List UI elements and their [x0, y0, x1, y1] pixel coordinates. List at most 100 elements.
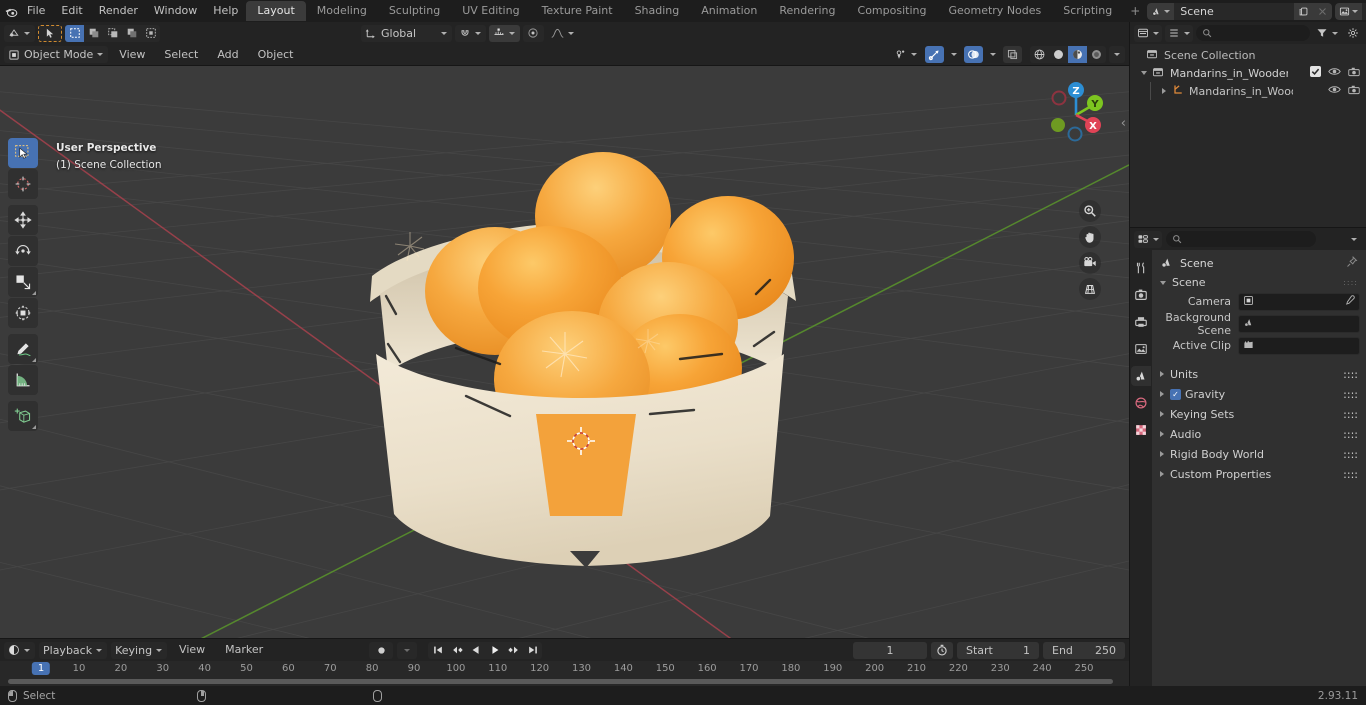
outliner-filter-button[interactable] [1313, 25, 1341, 42]
menu-window[interactable]: Window [146, 2, 205, 20]
workspace-tab-compositing[interactable]: Compositing [847, 1, 938, 21]
rotate-tool[interactable] [8, 236, 38, 266]
shading-material-preview-icon[interactable] [1068, 46, 1087, 63]
keying-options-dropdown[interactable] [397, 641, 418, 659]
timeline-scrubber[interactable]: 10 20 30 40 50 60 70 80 90 100 110 120 130 140 150 160 1… [0, 661, 1129, 686]
menu-file[interactable]: File [19, 2, 53, 20]
new-scene-button[interactable] [1294, 2, 1314, 20]
hide-in-viewport-eye-icon[interactable] [1328, 66, 1341, 80]
scale-tool[interactable] [8, 267, 38, 297]
outliner-row-scene-collection[interactable]: Scene Collection [1130, 46, 1366, 64]
view-layer-selector[interactable]: View Layer [1335, 2, 1366, 20]
prev-keyframe-button[interactable] [447, 642, 466, 659]
viewport-menu-select[interactable]: Select [156, 46, 206, 64]
workspace-tab-uv-editing[interactable]: UV Editing [451, 1, 530, 21]
proportional-falloff-selector[interactable] [547, 25, 579, 42]
expand-icon[interactable] [1160, 431, 1164, 437]
shading-options-dropdown[interactable] [1109, 46, 1125, 63]
properties-search-input[interactable] [1166, 231, 1316, 247]
overlays-options-dropdown[interactable] [986, 46, 1000, 63]
transform-orientation-selector[interactable]: Global [361, 24, 452, 42]
tweak-tool-selector[interactable] [38, 24, 62, 42]
annotate-tool[interactable] [8, 334, 38, 364]
disclosure-down-icon[interactable] [1138, 71, 1150, 75]
measure-tool[interactable] [8, 365, 38, 395]
background-scene-field[interactable] [1238, 314, 1360, 333]
play-button[interactable] [485, 642, 504, 659]
menu-edit[interactable]: Edit [53, 2, 90, 20]
menu-render[interactable]: Render [91, 2, 146, 20]
object-type-visibility-button[interactable] [890, 46, 922, 63]
viewport-menu-view[interactable]: View [111, 46, 153, 64]
viewport-menu-object[interactable]: Object [250, 46, 302, 64]
expand-icon[interactable] [1160, 391, 1164, 397]
view-layer-icon[interactable] [1335, 2, 1363, 20]
shading-rendered-icon[interactable] [1087, 46, 1106, 63]
expand-icon[interactable] [1160, 371, 1164, 377]
workspace-tab-animation[interactable]: Animation [690, 1, 768, 21]
next-keyframe-button[interactable] [504, 642, 523, 659]
snap-settings[interactable] [489, 24, 520, 42]
toggle-perspective-icon[interactable] [1079, 278, 1101, 300]
section-rigid-body-world[interactable]: Rigid Body World :::: [1152, 444, 1366, 464]
tweak-select-box-tool[interactable] [8, 138, 38, 168]
section-gravity[interactable]: ✓ Gravity :::: [1152, 384, 1366, 404]
viewport-menu-add[interactable]: Add [209, 46, 246, 64]
select-mode-group[interactable] [65, 24, 160, 42]
zoom-icon[interactable] [1079, 200, 1101, 222]
mandarins-in-wooden-basket-object[interactable] [350, 96, 820, 586]
properties-editor-type-selector[interactable] [1134, 230, 1162, 248]
workspace-tab-sculpting[interactable]: Sculpting [378, 1, 451, 21]
disclosure-right-icon[interactable] [1158, 88, 1170, 94]
properties-tab-output[interactable] [1131, 312, 1151, 332]
expand-icon[interactable] [1160, 471, 1164, 477]
add-workspace-button[interactable]: + [1123, 2, 1147, 20]
section-keying-sets[interactable]: Keying Sets :::: [1152, 404, 1366, 424]
snap-toggle[interactable] [455, 24, 486, 42]
camera-view-icon[interactable] [1079, 252, 1101, 274]
section-units[interactable]: Units :::: [1152, 364, 1366, 384]
add-cube-tool[interactable] [8, 401, 38, 431]
properties-tab-scene[interactable] [1131, 366, 1151, 386]
outliner-tree[interactable]: Scene Collection Mandarins_in_Wooden_Bas… [1130, 44, 1366, 227]
playback-transport[interactable] [428, 641, 543, 659]
pin-id-icon[interactable] [1346, 255, 1358, 271]
exclude-checkbox[interactable] [1310, 66, 1321, 80]
select-difference-icon[interactable] [122, 25, 141, 42]
select-subtract-icon[interactable] [103, 25, 122, 42]
frame-end-field[interactable]: End 250 [1043, 641, 1125, 659]
hide-in-viewport-eye-icon[interactable] [1328, 84, 1341, 98]
workspace-tab-shading[interactable]: Shading [624, 1, 691, 21]
outliner-options-button[interactable] [1344, 25, 1362, 42]
transform-tool[interactable] [8, 298, 38, 328]
workspace-tab-modeling[interactable]: Modeling [306, 1, 378, 21]
disable-in-renders-camera-icon[interactable] [1348, 66, 1360, 80]
editor-type-selector[interactable] [4, 24, 35, 42]
scene-name-field[interactable]: Scene [1174, 2, 1295, 20]
workspace-tab-layout[interactable]: Layout [246, 1, 306, 21]
outliner-row-mandarins-collection[interactable]: Mandarins_in_Wooden_Baske [1130, 64, 1366, 82]
object-mode-selector[interactable]: Object Mode [4, 46, 109, 63]
properties-tab-tool[interactable] [1131, 258, 1151, 278]
properties-options-dropdown[interactable] [1346, 231, 1362, 248]
timeline-scrollbar[interactable] [0, 677, 1129, 685]
panel-expand-icon[interactable] [1160, 280, 1166, 285]
jump-to-start-button[interactable] [428, 642, 447, 659]
select-extend-icon[interactable] [84, 25, 103, 42]
eyedropper-icon[interactable] [1344, 294, 1355, 309]
workspace-tab-scripting[interactable]: Scripting [1052, 1, 1123, 21]
scene-icon[interactable] [1147, 2, 1175, 20]
properties-tab-world[interactable] [1131, 393, 1151, 413]
use-preview-range-icon[interactable] [931, 641, 953, 659]
menu-help[interactable]: Help [205, 2, 246, 20]
scene-panel-header[interactable]: Scene :::: [1152, 273, 1366, 292]
playback-menu[interactable]: Playback [39, 641, 108, 659]
viewport-navigation-gizmo[interactable]: Z Y X [1039, 78, 1113, 152]
active-clip-field[interactable] [1238, 336, 1360, 355]
select-intersect-icon[interactable] [141, 25, 160, 42]
shading-wireframe-icon[interactable] [1030, 46, 1049, 63]
shading-solid-icon[interactable] [1049, 46, 1068, 63]
play-reverse-button[interactable] [466, 642, 485, 659]
section-audio[interactable]: Audio :::: [1152, 424, 1366, 444]
cursor-tool[interactable] [8, 169, 38, 199]
